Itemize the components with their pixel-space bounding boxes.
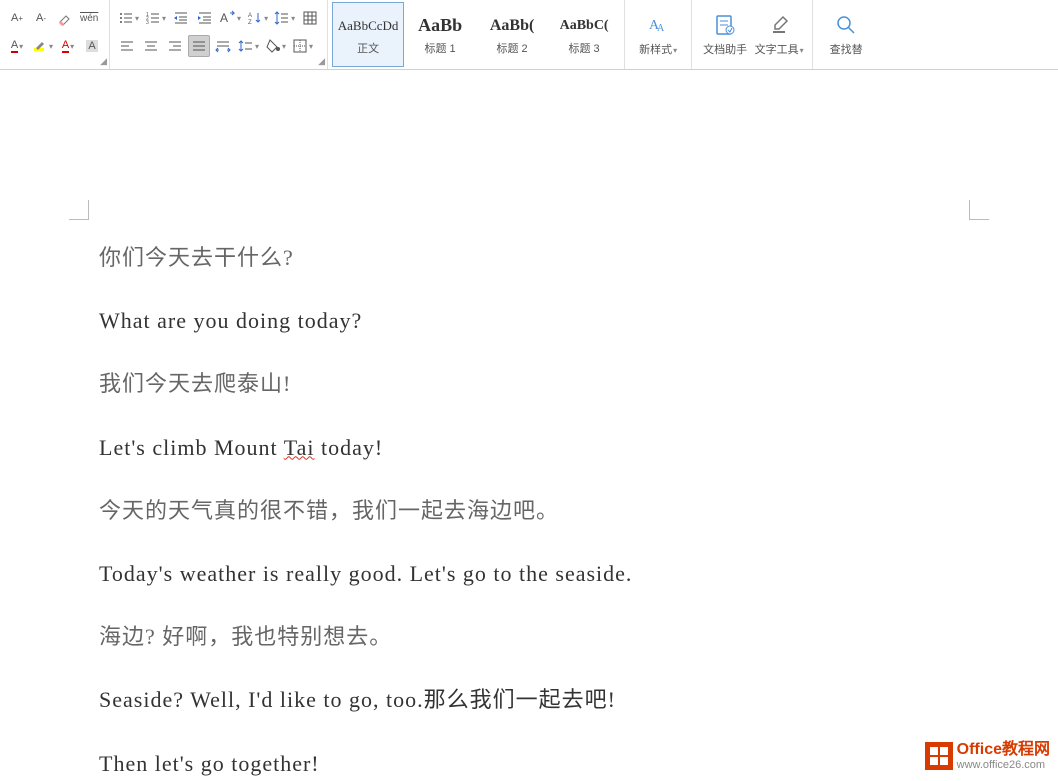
line-spacing-top-button[interactable]: ▾	[272, 7, 297, 29]
paragraph-dialog-launcher[interactable]: ◢	[318, 56, 325, 67]
font-color-button[interactable]: A▾	[57, 35, 79, 57]
sort-button[interactable]: AZ▾	[245, 7, 270, 29]
font-color-a-button[interactable]: A▾	[6, 35, 28, 57]
tools-group: 文档助手 文字工具▾	[692, 0, 813, 69]
font-dialog-launcher[interactable]: ◢	[100, 56, 107, 67]
watermark-title: Office教程网	[957, 741, 1050, 759]
watermark: Office教程网 www.office26.com	[925, 741, 1050, 771]
office-logo-icon	[925, 742, 953, 770]
paragraph-group: ▾ 123▾ A▾ AZ▾ ▾	[110, 0, 328, 69]
paragraph[interactable]: 我们今天去爬泰山!	[99, 366, 959, 401]
paragraph[interactable]: 今天的天气真的很不错，我们一起去海边吧。	[99, 493, 959, 528]
shading-button[interactable]: ▾	[263, 35, 288, 57]
align-center-button[interactable]	[140, 35, 162, 57]
margin-corner-tl	[69, 200, 89, 220]
svg-text:A: A	[248, 13, 252, 19]
doc-assistant-button[interactable]: 文档助手	[698, 9, 752, 61]
align-left-button[interactable]	[116, 35, 138, 57]
numbering-button[interactable]: 123▾	[143, 7, 168, 29]
line-spacing-button[interactable]: ▾	[236, 35, 261, 57]
watermark-url: www.office26.com	[957, 759, 1050, 771]
paragraph[interactable]: Seaside? Well, I'd like to go, too.那么我们一…	[99, 682, 959, 717]
new-style-button[interactable]: AA 新样式▾	[631, 9, 685, 61]
margin-corner-tr	[969, 200, 989, 220]
distribute-button[interactable]	[212, 35, 234, 57]
styles-gallery: AaBbCcDd 正文 AaBb 标题 1 AaBb( 标题 2 AaBbC( …	[328, 0, 625, 69]
style-heading2[interactable]: AaBb( 标题 2	[476, 2, 548, 67]
spellcheck-error[interactable]: Tai	[284, 435, 315, 460]
font-group: A+ A- wén A▾ ▾ A▾ A ◢	[0, 0, 110, 69]
clear-format-button[interactable]	[54, 7, 76, 29]
align-justify-button[interactable]	[188, 35, 210, 57]
grow-font-button[interactable]: A+	[6, 7, 28, 29]
style-normal[interactable]: AaBbCcDd 正文	[332, 2, 404, 67]
paragraph[interactable]: Let's climb Mount Tai today!	[99, 430, 959, 465]
ribbon: A+ A- wén A▾ ▾ A▾ A ◢ ▾ 123▾	[0, 0, 1058, 70]
borders-button[interactable]: ▾	[290, 35, 315, 57]
find-group: 查找替	[813, 0, 879, 69]
align-right-button[interactable]	[164, 35, 186, 57]
insert-table-button[interactable]	[299, 7, 321, 29]
paragraph[interactable]: 你们今天去干什么?	[99, 240, 959, 275]
paragraph[interactable]: Today's weather is really good. Let's go…	[99, 556, 959, 591]
style-heading3[interactable]: AaBbC( 标题 3	[548, 2, 620, 67]
increase-indent-button[interactable]	[194, 7, 216, 29]
bullets-button[interactable]: ▾	[116, 7, 141, 29]
change-case-button[interactable]: A▾	[218, 7, 243, 29]
page: 你们今天去干什么? What are you doing today? 我们今天去爬…	[69, 100, 989, 781]
document-canvas[interactable]: 你们今天去干什么? What are you doing today? 我们今天去爬…	[0, 70, 1058, 781]
svg-text:Z: Z	[248, 20, 252, 26]
decrease-indent-button[interactable]	[170, 7, 192, 29]
new-style-group: AA 新样式▾	[625, 0, 692, 69]
phonetic-guide-button[interactable]: wén	[78, 7, 100, 29]
document-content[interactable]: 你们今天去干什么? What are you doing today? 我们今天去爬…	[69, 100, 989, 781]
style-heading1[interactable]: AaBb 标题 1	[404, 2, 476, 67]
char-shading-button[interactable]: A	[81, 35, 103, 57]
paragraph[interactable]: What are you doing today?	[99, 303, 959, 338]
svg-text:A: A	[657, 23, 665, 34]
svg-text:3: 3	[146, 20, 149, 26]
find-replace-button[interactable]: 查找替	[819, 9, 873, 61]
svg-text:A: A	[220, 11, 228, 25]
shrink-font-button[interactable]: A-	[30, 7, 52, 29]
paragraph[interactable]: 海边? 好啊，我也特别想去。	[99, 619, 959, 654]
paragraph[interactable]: Then let's go together!	[99, 746, 959, 781]
text-tools-button[interactable]: 文字工具▾	[752, 9, 806, 61]
highlight-button[interactable]: ▾	[30, 35, 55, 57]
